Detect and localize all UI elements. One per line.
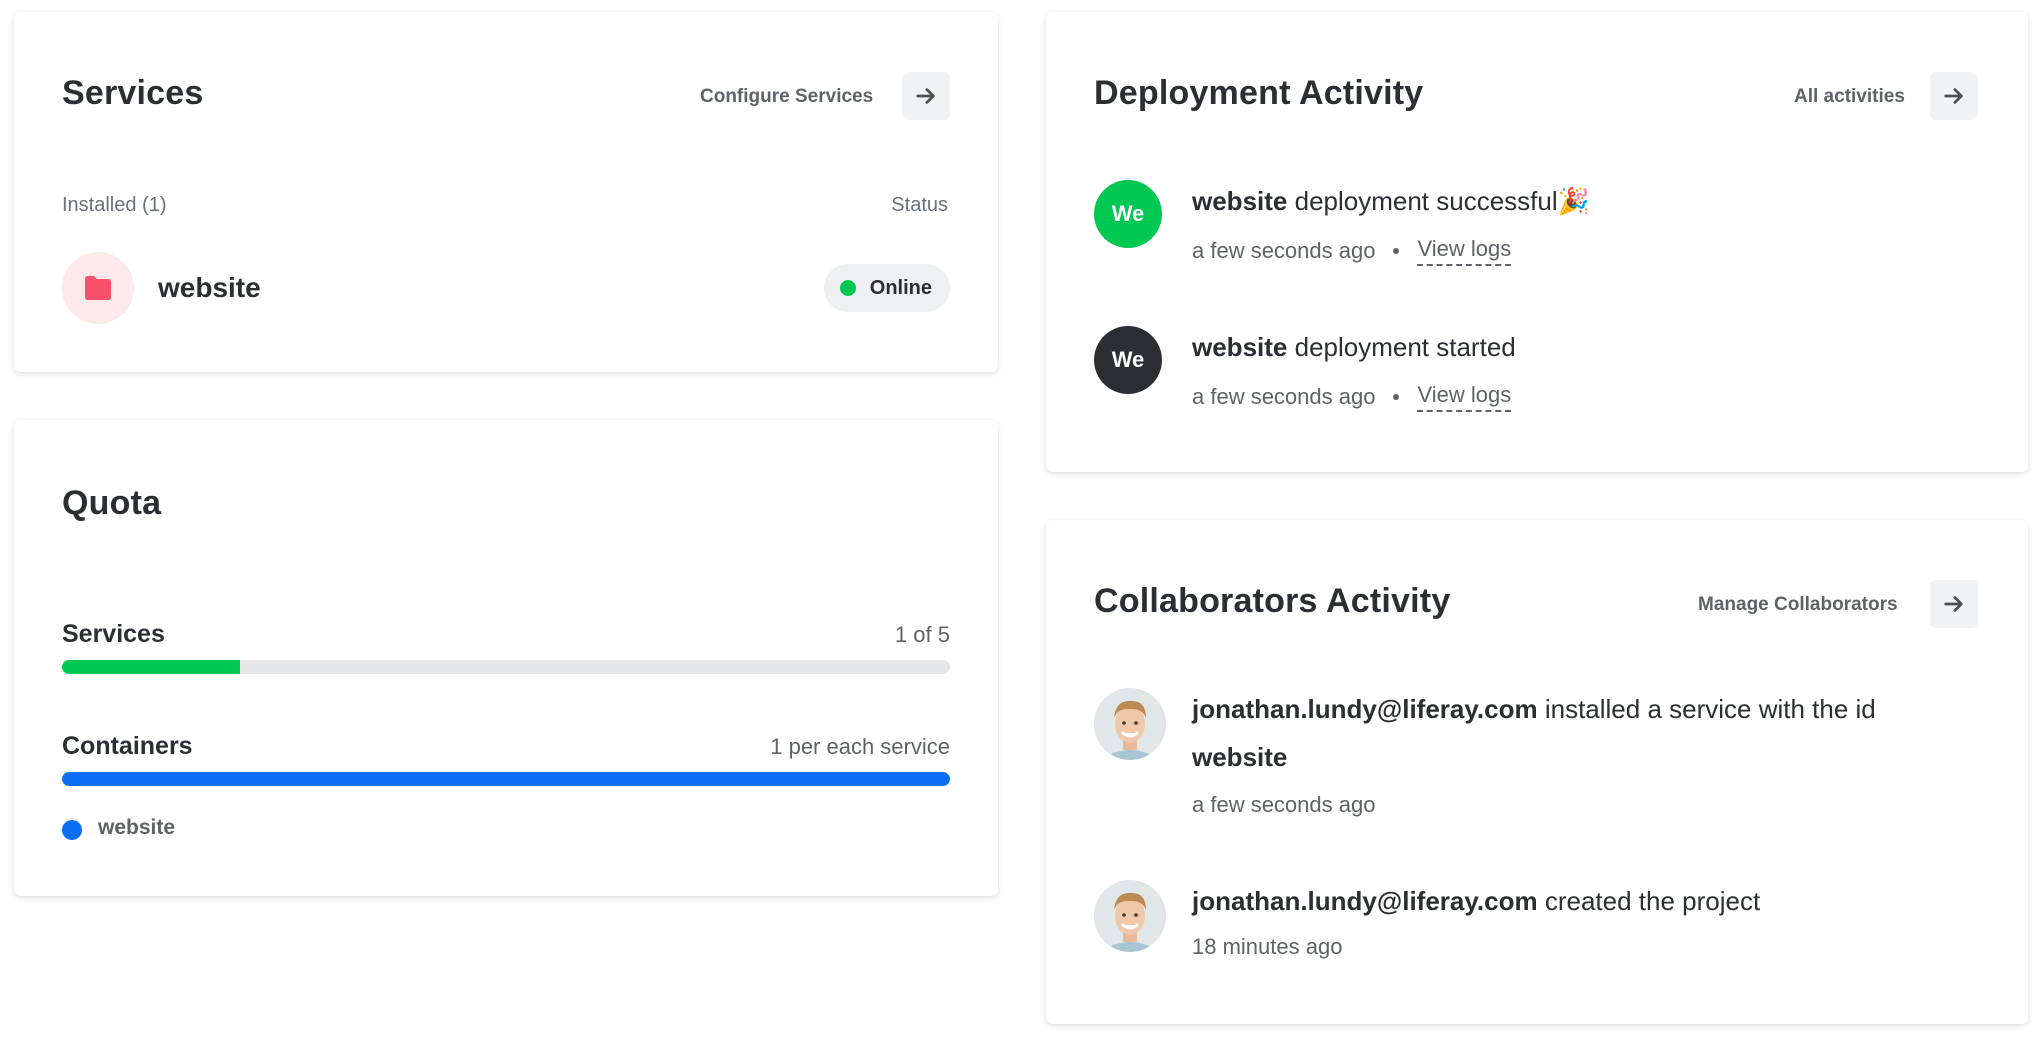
manage-collaborators-button[interactable] xyxy=(1930,580,1978,628)
user-avatar xyxy=(1094,880,1166,952)
deployment-description: deployment started xyxy=(1294,332,1516,362)
deployment-event-text: website deployment successful🎉 xyxy=(1192,186,1590,217)
deployment-subject: website xyxy=(1192,332,1288,362)
collaborator-time: a few seconds ago xyxy=(1192,792,1376,817)
user-avatar xyxy=(1094,688,1166,760)
quota-containers-label: Containers xyxy=(62,732,193,760)
arrow-right-icon xyxy=(1944,596,1963,612)
deployment-subject: website xyxy=(1192,186,1288,216)
collaborator-event-time: a few seconds ago xyxy=(1192,792,1375,818)
all-activities-link[interactable]: All activities xyxy=(1794,86,1905,108)
user-photo xyxy=(1094,688,1166,760)
quota-containers-value: 1 per each service xyxy=(770,734,950,759)
legend-website-dot xyxy=(62,820,82,840)
containers-quota-bar xyxy=(62,772,950,786)
configure-services-link[interactable]: Configure Services xyxy=(700,86,873,108)
collaborator-event-time: 18 minutes ago xyxy=(1192,934,1342,960)
status-text: Online xyxy=(869,276,932,299)
containers-quota-fill xyxy=(62,772,950,786)
deployment-description: deployment successful xyxy=(1294,186,1558,216)
collaborator-time: 18 minutes ago xyxy=(1192,934,1343,959)
separator-dot xyxy=(1393,394,1400,400)
view-logs-link[interactable]: View logs xyxy=(1417,236,1512,266)
service-avatar: We xyxy=(1094,180,1162,248)
deployment-activity-card: Deployment Activity All activities We we… xyxy=(1046,12,2028,472)
collaborator-action: created the project xyxy=(1544,886,1761,916)
collaborator-event-object: website xyxy=(1192,742,1287,773)
status-online-dot xyxy=(839,280,856,296)
collaborators-title: Collaborators Activity xyxy=(1094,582,1451,620)
installed-label: Installed (1) xyxy=(62,194,167,216)
deployment-event-text: website deployment started xyxy=(1192,332,1516,363)
separator-dot xyxy=(1393,248,1400,254)
deployment-time: a few seconds ago xyxy=(1192,384,1376,409)
quota-card: Quota Services 1 of 5 Containers 1 per e… xyxy=(14,420,998,896)
collaborator-event-text: jonathan.lundy@liferay.com installed a s… xyxy=(1192,694,1876,725)
service-icon-badge xyxy=(62,252,134,324)
quota-title: Quota xyxy=(62,484,162,522)
service-avatar-text: We xyxy=(1111,201,1145,226)
services-title: Services xyxy=(62,74,204,112)
collaborator-action: installed a service with the id xyxy=(1544,694,1876,724)
status-column-label: Status xyxy=(891,194,948,216)
collaborators-activity-card: Collaborators Activity Manage Collaborat… xyxy=(1046,520,2028,1024)
quota-services-label: Services xyxy=(62,620,165,648)
services-quota-bar xyxy=(62,660,950,674)
deployment-title: Deployment Activity xyxy=(1094,74,1424,112)
deployment-event-meta: a few seconds ago View logs xyxy=(1192,382,1512,412)
view-logs-link[interactable]: View logs xyxy=(1417,382,1512,412)
collaborator-email: jonathan.lundy@liferay.com xyxy=(1192,694,1538,724)
service-avatar: We xyxy=(1094,326,1162,394)
deployment-time: a few seconds ago xyxy=(1192,238,1376,263)
service-name[interactable]: website xyxy=(158,272,261,304)
all-activities-button[interactable] xyxy=(1930,72,1978,120)
service-avatar-text: We xyxy=(1111,347,1145,372)
arrow-right-icon xyxy=(916,88,935,104)
user-photo xyxy=(1094,880,1166,952)
configure-services-button[interactable] xyxy=(902,72,950,120)
collaborator-event-text: jonathan.lundy@liferay.com created the p… xyxy=(1192,886,1760,917)
manage-collaborators-link[interactable]: Manage Collaborators xyxy=(1698,594,1898,616)
collaborator-email: jonathan.lundy@liferay.com xyxy=(1192,886,1538,916)
legend-website-label: website xyxy=(98,816,176,839)
arrow-right-icon xyxy=(1944,88,1963,104)
collaborator-object: website xyxy=(1192,742,1288,772)
services-quota-fill xyxy=(62,660,240,674)
status-badge: Online xyxy=(823,264,950,312)
party-popper-icon: 🎉 xyxy=(1557,186,1591,216)
services-card: Services Configure Services Installed (1… xyxy=(14,12,998,372)
deployment-event-meta: a few seconds ago View logs xyxy=(1192,236,1512,266)
folder-icon xyxy=(85,276,111,300)
quota-services-value: 1 of 5 xyxy=(894,622,950,647)
